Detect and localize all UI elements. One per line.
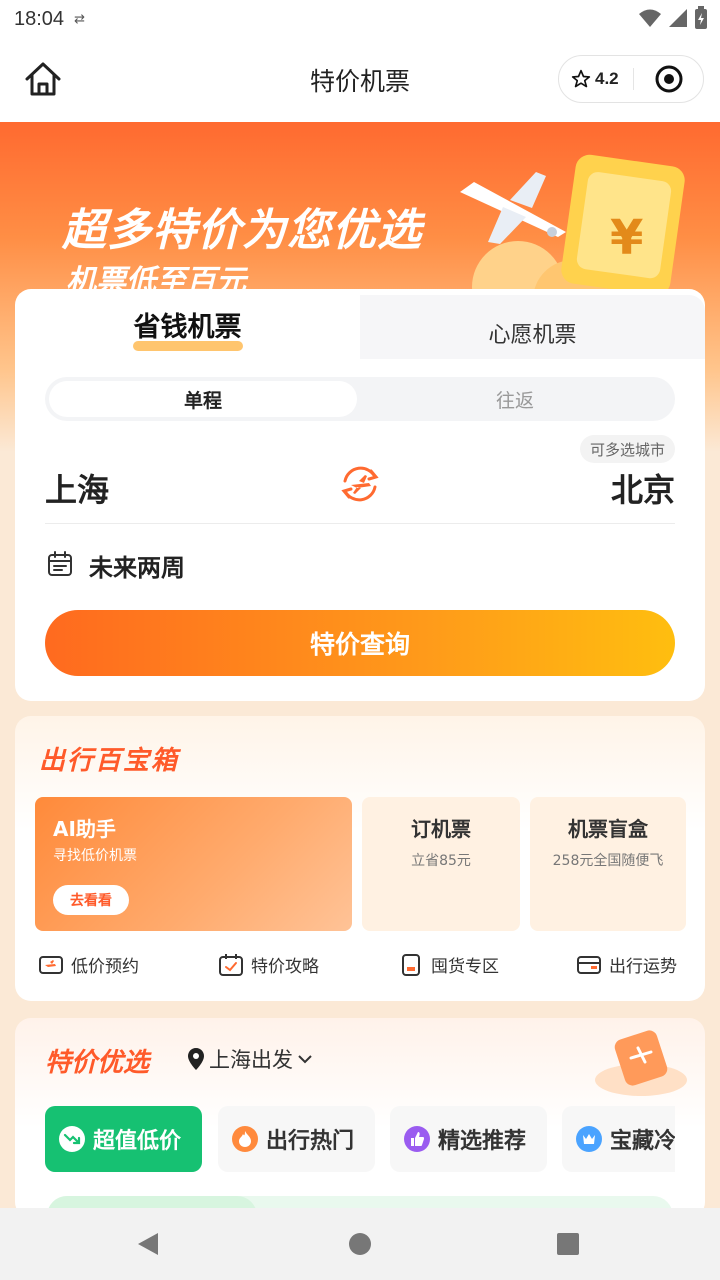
book-flight-title: 订机票	[411, 817, 471, 841]
book-flight-card[interactable]: 订机票 立省85元	[362, 797, 520, 931]
book-flight-subtitle: 立省85元	[411, 853, 471, 869]
trend-down-icon	[59, 1126, 85, 1152]
ticket-plane-icon	[39, 954, 63, 976]
departure-location-selector[interactable]: 上海出发	[187, 1044, 313, 1074]
deals-section: 特价优选 上海出发 超值低价 出行热门 精选推荐 宝藏冷门	[15, 1018, 705, 1218]
recents-square-icon	[557, 1233, 579, 1255]
multi-city-badge: 可多选城市	[579, 435, 675, 463]
thumbs-up-icon	[404, 1126, 430, 1152]
target-icon	[655, 65, 682, 93]
mystery-box-subtitle: 258元全国随便飞	[552, 853, 664, 869]
wifi-icon	[639, 9, 661, 27]
ai-assistant-card[interactable]: AI助手 寻找低价机票 去看看	[35, 797, 352, 931]
chip-hidden-gems[interactable]: 宝藏冷门	[562, 1106, 675, 1172]
crown-icon	[576, 1126, 602, 1152]
home-circle-icon	[349, 1233, 371, 1255]
tag-decoration-icon	[595, 1030, 687, 1096]
search-card: 省钱机票 心愿机票 单程 往返 可多选城市 上海 北京 未来两周 特价查询	[15, 289, 705, 701]
chip-featured[interactable]: 精选推荐	[390, 1106, 547, 1172]
back-button[interactable]	[134, 1230, 162, 1258]
ai-assistant-subtitle: 寻找低价机票	[53, 848, 137, 864]
travel-toolbox: 出行百宝箱 AI助手 寻找低价机票 去看看 订机票 立省85元 机票盲盒 258…	[15, 716, 705, 1001]
battery-icon	[695, 6, 707, 29]
deals-title: 特价优选	[45, 1048, 150, 1078]
tab-wish-tickets[interactable]: 心愿机票	[360, 317, 705, 349]
trip-oneway-option[interactable]: 单程	[49, 381, 357, 417]
home-nav-button[interactable]	[346, 1230, 374, 1258]
recents-button[interactable]	[554, 1230, 582, 1258]
trip-type-toggle: 单程 往返	[45, 377, 675, 421]
mystery-box-card[interactable]: 机票盲盒 258元全国随便飞	[530, 797, 686, 931]
chevron-down-icon	[298, 1055, 312, 1064]
toolbox-shortcuts: 低价预约 特价攻略 囤货专区 出行运势	[15, 952, 705, 982]
chip-travel-hot[interactable]: 出行热门	[218, 1106, 375, 1172]
tab-save-tickets[interactable]: 省钱机票	[15, 305, 360, 344]
location-pin-icon	[188, 1048, 204, 1070]
system-navigation-bar	[0, 1208, 720, 1280]
arrival-city[interactable]: 北京	[611, 465, 675, 511]
shortcut-label: 出行运势	[609, 957, 677, 977]
coin-yuan-label: ¥	[610, 210, 643, 266]
toolbox-title: 出行百宝箱	[39, 746, 180, 776]
rating-value: 4.2	[595, 69, 619, 88]
calendar-icon	[48, 551, 72, 576]
shortcut-low-price-booking[interactable]: 低价预约	[39, 952, 139, 977]
shortcut-travel-fortune[interactable]: 出行运势	[577, 952, 677, 977]
swap-cities-icon[interactable]	[337, 461, 383, 507]
book-icon	[399, 953, 423, 976]
back-triangle-icon	[138, 1233, 158, 1255]
chip-label: 超值低价	[93, 1129, 182, 1154]
chip-super-value[interactable]: 超值低价	[45, 1106, 202, 1172]
chip-label: 出行热门	[266, 1129, 355, 1154]
close-miniprogram-button[interactable]	[634, 65, 703, 93]
hero-title: 超多特价为您优选	[62, 205, 422, 256]
shortcut-stock-zone[interactable]: 囤货专区	[399, 952, 499, 977]
shortcut-label: 囤货专区	[431, 957, 499, 977]
rating-button[interactable]: 4.2	[559, 69, 633, 89]
nav-bar: 特价机票 4.2	[0, 38, 720, 122]
ai-assistant-title: AI助手	[53, 817, 116, 841]
shortcut-deal-guide[interactable]: 特价攻略	[219, 952, 319, 977]
chip-label: 精选推荐	[438, 1129, 527, 1154]
calendar-check-icon	[219, 953, 243, 976]
trip-round-option[interactable]: 往返	[360, 381, 670, 417]
signal-icon	[669, 9, 687, 27]
flame-icon	[232, 1126, 258, 1152]
wallet-icon	[577, 954, 601, 976]
mini-program-capsule: 4.2	[558, 55, 704, 103]
status-bar: 18:04 ⇄	[0, 0, 720, 38]
status-time: 18:04	[14, 7, 65, 30]
date-selector[interactable]: 未来两周	[89, 548, 185, 583]
ai-assistant-go-button[interactable]: 去看看	[53, 885, 129, 915]
shortcut-label: 低价预约	[71, 957, 139, 977]
chip-label: 宝藏冷门	[610, 1129, 675, 1154]
mystery-box-title: 机票盲盒	[568, 817, 648, 841]
plane-coupon-illustration: ¥	[460, 154, 685, 302]
departure-location-label: 上海出发	[209, 1048, 293, 1072]
ticket-type-tabs: 省钱机票 心愿机票	[15, 289, 705, 359]
departure-city[interactable]: 上海	[45, 465, 109, 511]
star-icon	[571, 69, 591, 88]
deal-search-button[interactable]: 特价查询	[45, 610, 675, 676]
search-divider	[45, 523, 675, 524]
status-icons	[638, 6, 708, 30]
shortcut-label: 特价攻略	[251, 957, 319, 977]
sync-icon: ⇄	[74, 11, 85, 27]
